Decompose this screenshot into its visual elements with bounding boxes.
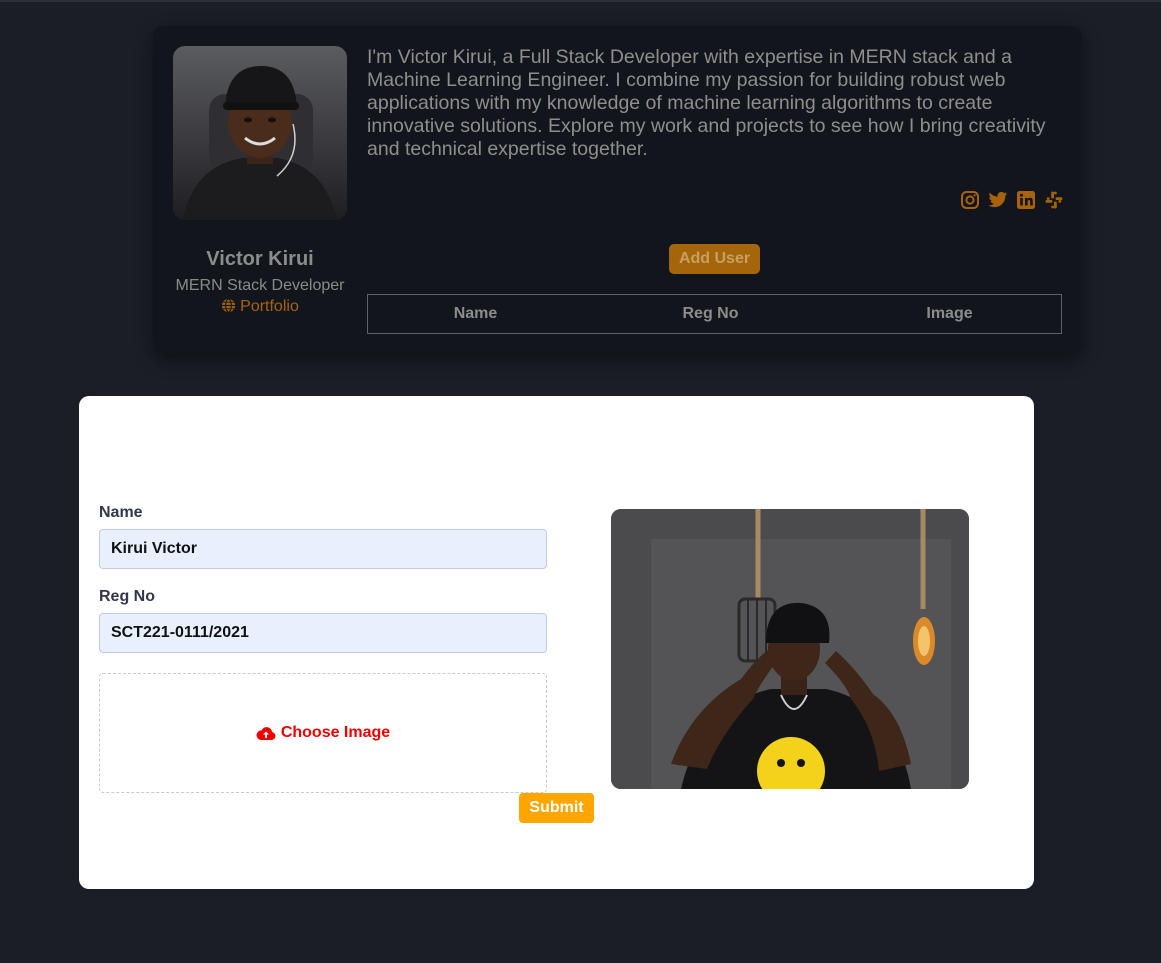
linkedin-icon[interactable] (1016, 190, 1036, 210)
instagram-icon[interactable] (960, 190, 980, 210)
name-input[interactable] (99, 529, 547, 569)
regno-label: Reg No (99, 588, 155, 605)
column-header-name[interactable]: Name (368, 295, 584, 334)
column-header-regno[interactable]: Reg No (583, 295, 838, 334)
submit-button[interactable]: Submit (519, 793, 594, 823)
top-border (0, 0, 1161, 2)
portfolio-link[interactable]: Portfolio (173, 298, 347, 316)
twitter-icon[interactable] (988, 190, 1008, 210)
choose-image-button[interactable]: Choose Image (256, 724, 390, 742)
add-user-button[interactable]: Add User (669, 244, 760, 274)
globe-icon (222, 298, 236, 313)
regno-input[interactable] (99, 613, 547, 653)
user-form-card: Name Reg No Choose Image Submit (79, 396, 1034, 889)
table-header-row: Name Reg No Image (368, 295, 1062, 334)
profile-bio: I'm Victor Kirui, a Full Stack Developer… (367, 46, 1046, 160)
image-dropzone[interactable]: Choose Image (99, 673, 547, 793)
profile-avatar (173, 46, 347, 220)
cloud-upload-icon (256, 727, 276, 740)
profile-card: Victor Kirui MERN Stack Developer Portfo… (153, 26, 1082, 354)
column-header-image[interactable]: Image (838, 295, 1062, 334)
profile-name: Victor Kirui (206, 248, 314, 270)
choose-image-label: Choose Image (280, 724, 391, 741)
name-label: Name (99, 504, 143, 521)
profile-role: MERN Stack Developer (175, 277, 345, 294)
slack-icon[interactable] (1044, 190, 1064, 210)
image-preview (611, 509, 969, 789)
social-links (960, 190, 1064, 210)
portfolio-label: Portfolio (240, 298, 299, 315)
users-table: Name Reg No Image (367, 294, 1062, 334)
